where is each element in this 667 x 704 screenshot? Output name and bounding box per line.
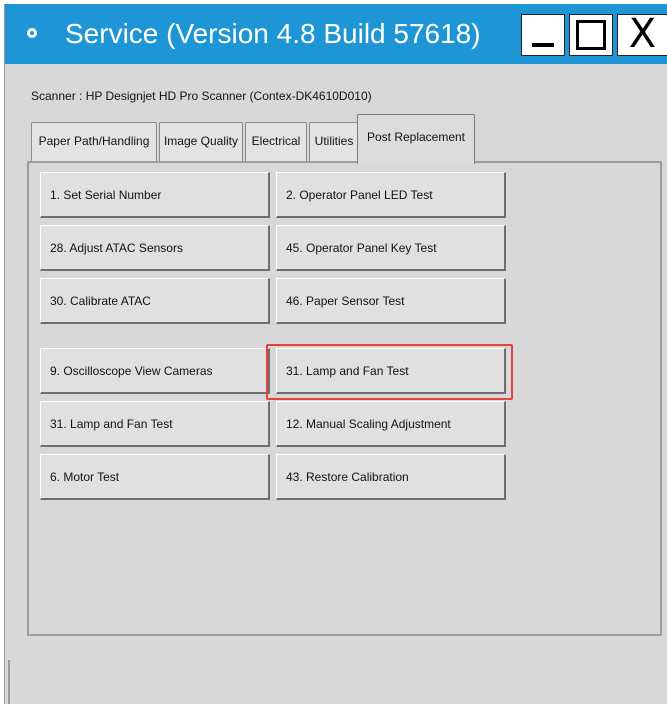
tab-utilities[interactable]: Utilities bbox=[309, 122, 359, 162]
motor-test-button[interactable]: 6. Motor Test bbox=[40, 454, 270, 500]
operator-panel-key-test-button[interactable]: 45. Operator Panel Key Test bbox=[276, 225, 506, 271]
minimize-icon bbox=[532, 43, 554, 47]
app-icon bbox=[27, 28, 37, 38]
set-serial-number-button[interactable]: 1. Set Serial Number bbox=[40, 172, 270, 218]
window-edge-divider bbox=[8, 660, 10, 704]
maximize-icon bbox=[576, 20, 606, 50]
calibrate-atac-button[interactable]: 30. Calibrate ATAC bbox=[40, 278, 270, 324]
lamp-and-fan-test-button[interactable]: 31. Lamp and Fan Test bbox=[40, 401, 270, 447]
window-title: Service (Version 4.8 Build 57618) bbox=[65, 18, 481, 49]
maximize-button[interactable] bbox=[569, 14, 613, 56]
tab-paper-path-handling[interactable]: Paper Path/Handling bbox=[31, 122, 157, 162]
highlight-box bbox=[266, 344, 513, 400]
title-bar[interactable]: Service (Version 4.8 Build 57618) X bbox=[5, 4, 667, 64]
restore-calibration-button[interactable]: 43. Restore Calibration bbox=[276, 454, 506, 500]
minimize-button[interactable] bbox=[521, 14, 565, 56]
scanner-label: Scanner : HP Designjet HD Pro Scanner (C… bbox=[31, 89, 372, 103]
operator-panel-led-test-button[interactable]: 2. Operator Panel LED Test bbox=[276, 172, 506, 218]
close-icon: X bbox=[628, 11, 657, 57]
close-button[interactable]: X bbox=[617, 11, 667, 57]
adjust-atac-sensors-button[interactable]: 28. Adjust ATAC Sensors bbox=[40, 225, 270, 271]
paper-sensor-test-button[interactable]: 46. Paper Sensor Test bbox=[276, 278, 506, 324]
tab-image-quality[interactable]: Image Quality bbox=[159, 122, 243, 162]
tab-electrical[interactable]: Electrical bbox=[245, 122, 307, 162]
oscilloscope-view-cameras-button[interactable]: 9. Oscilloscope View Cameras bbox=[40, 348, 270, 394]
tab-post-replacement[interactable]: Post Replacement bbox=[357, 114, 475, 164]
manual-scaling-adjustment-button[interactable]: 12. Manual Scaling Adjustment bbox=[276, 401, 506, 447]
